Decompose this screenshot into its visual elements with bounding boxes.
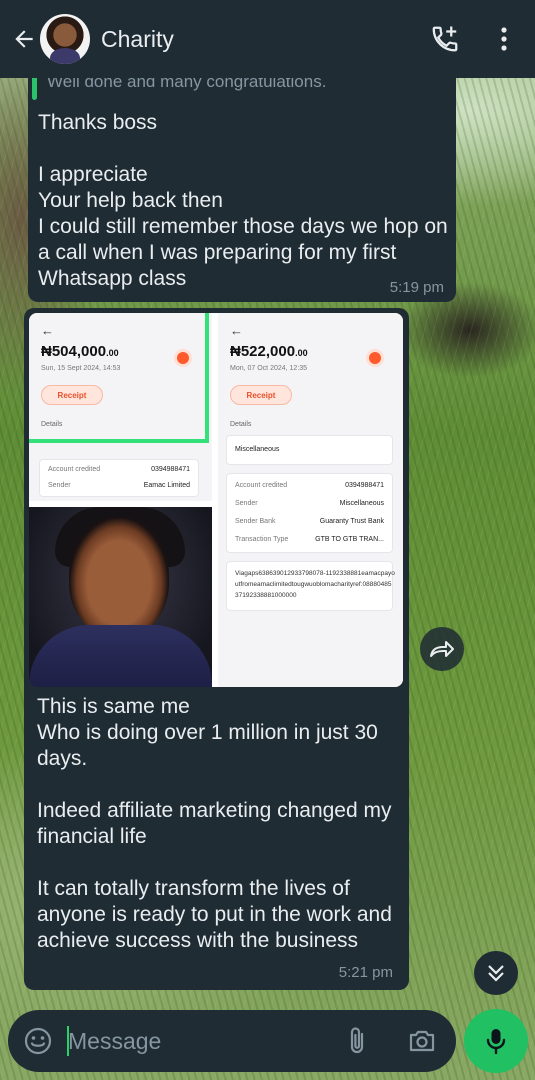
receipt-date: Mon, 07 Oct 2024, 12:35: [230, 365, 308, 372]
highlight-frame: [29, 313, 209, 443]
receipt-details-box: Account credited 0394988471 Sender Miscell…: [226, 473, 393, 553]
arrow-left-icon: [15, 30, 33, 48]
receipt-row: Sender Bank Guaranty Trust Bank: [235, 518, 384, 525]
photo-body: [29, 625, 212, 687]
receipt-image[interactable]: ← ₦504,000.00 Sun, 15 Sept 2024, 14:53 R…: [29, 313, 212, 501]
receipt-row: Account credited 0394988471: [48, 466, 190, 473]
receipt-reference: Viagaps638639012933798078-1192338881eama…: [235, 570, 395, 599]
call-add-button[interactable]: [428, 22, 462, 56]
arrow-left-icon: ←: [230, 323, 243, 338]
receipt-category: Miscellaneous: [235, 446, 280, 453]
voice-message-button[interactable]: [464, 1009, 528, 1073]
chat-header: Charity: [0, 0, 535, 78]
message-time: 5:19 pm: [389, 279, 444, 296]
receipt-row: Sender Eamac Limited: [48, 482, 190, 489]
attach-button[interactable]: [342, 1025, 372, 1057]
message-text: Thanks boss I appreciate Your help back …: [38, 111, 448, 290]
receipt-chip: Receipt: [230, 385, 292, 405]
receipt-row: Account credited 0394988471: [235, 482, 384, 489]
forward-icon: [430, 641, 454, 657]
receipt-details-box: Account credited 0394988471 Sender Eamac L…: [39, 459, 199, 497]
details-label: Details: [230, 421, 252, 428]
camera-button[interactable]: [406, 1025, 438, 1057]
back-button[interactable]: [8, 23, 40, 55]
image-album[interactable]: ← ₦504,000.00 Sun, 15 Sept 2024, 14:53 R…: [29, 313, 403, 687]
message-text: This is same me Who is doing over 1 mill…: [37, 695, 392, 952]
emoji-icon: [24, 1027, 52, 1055]
receipt-reference-box: Viagaps638639012933798078-1192338881eama…: [226, 561, 395, 611]
brand-badge-icon: [366, 349, 384, 367]
mic-icon: [486, 1029, 506, 1055]
emoji-button[interactable]: [22, 1025, 54, 1057]
receipt-row: Transaction Type GTB TO GTB TRAN...: [235, 536, 384, 543]
paperclip-icon: [350, 1027, 364, 1054]
more-vertical-icon: [501, 27, 507, 51]
receipt-row: Sender Miscellaneous: [235, 500, 384, 507]
message-input[interactable]: [68, 1022, 328, 1060]
camera-icon: [409, 1030, 435, 1052]
forward-button[interactable]: [420, 627, 464, 671]
contact-name[interactable]: Charity: [101, 26, 174, 53]
scroll-down-button[interactable]: [474, 951, 518, 995]
double-chevron-down-icon: [488, 965, 504, 982]
receipt-category-box: Miscellaneous: [226, 435, 393, 465]
menu-button[interactable]: [490, 22, 518, 56]
message-input-bar: [8, 1010, 456, 1072]
message-bubble[interactable]: ← ₦504,000.00 Sun, 15 Sept 2024, 14:53 R…: [24, 308, 409, 990]
message-time: 5:21 pm: [338, 964, 393, 981]
profile-photo[interactable]: [29, 507, 212, 687]
call-add-icon: [432, 26, 458, 52]
receipt-image[interactable]: ← ₦522,000.00 Mon, 07 Oct 2024, 12:35 Re…: [218, 313, 403, 687]
receipt-amount: ₦522,000.00: [230, 343, 308, 360]
photo-face: [69, 517, 169, 637]
message-bubble[interactable]: Well done and many congratulations. Than…: [28, 66, 456, 302]
avatar[interactable]: [40, 14, 90, 64]
